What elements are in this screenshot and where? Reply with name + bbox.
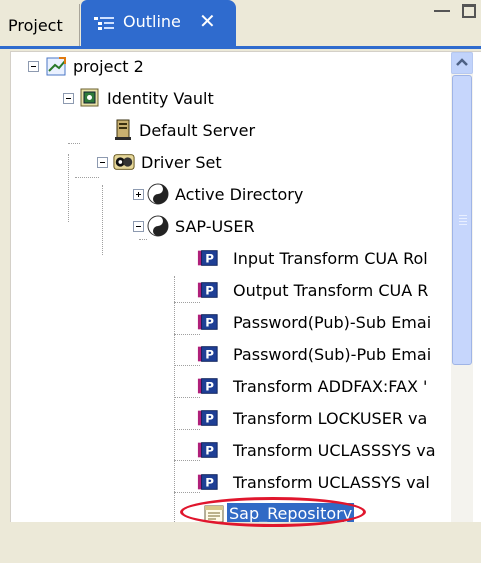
tree-node-label: Transform UCLASSSYS va — [233, 441, 436, 460]
tree-node-label: Transform ADDFAX:FAX ' — [233, 377, 428, 396]
outline-icon — [94, 17, 114, 30]
policy-icon: P — [197, 442, 218, 458]
tree-node-policy[interactable]: P Transform UCLASSYS val — [11, 468, 451, 500]
tree-node-policy[interactable]: P Password(Sub)-Pub Emai — [11, 340, 451, 372]
tree-node-label: Default Server — [139, 121, 256, 140]
tree-node-label: project 2 — [73, 57, 144, 76]
policy-icon: P — [197, 250, 218, 266]
tree-node-active-directory[interactable]: Active Directory — [11, 180, 451, 212]
svg-text:P: P — [205, 444, 214, 458]
maximize-icon[interactable] — [462, 4, 476, 18]
svg-text:P: P — [205, 284, 214, 298]
outline-tree: project 2 Identity Vault Default Server … — [10, 51, 481, 522]
collapse-toggle-icon[interactable] — [28, 61, 39, 72]
identity-vault-icon — [80, 88, 99, 107]
tree-node-label: Transform LOCKUSER va — [233, 409, 428, 428]
tree-node-policy[interactable]: P Transform ADDFAX:FAX ' — [11, 372, 451, 404]
minimize-icon[interactable] — [434, 4, 450, 12]
tree-node-label: Active Directory — [175, 185, 304, 204]
tree-node-default-server[interactable]: Default Server — [11, 116, 451, 148]
tree-node-driver-set[interactable]: Driver Set — [11, 148, 451, 180]
project-icon — [46, 57, 66, 76]
driver-yinyang-icon — [147, 183, 169, 205]
policy-icon: P — [197, 282, 218, 298]
tree-node-label: Driver Set — [141, 153, 222, 172]
policy-icon: P — [197, 410, 218, 426]
tree-node-label: Input Transform CUA Rol — [233, 249, 428, 268]
collapse-toggle-icon[interactable] — [97, 157, 108, 168]
policy-icon: P — [197, 474, 218, 490]
driver-yinyang-icon — [147, 215, 169, 237]
tree-node-label: Password(Pub)-Sub Emai — [233, 313, 432, 332]
scroll-up-button[interactable] — [451, 52, 473, 74]
tree-node-label: Output Transform CUA R — [233, 281, 429, 300]
tab-outline-label: Outline — [123, 12, 181, 31]
policy-icon: P — [197, 346, 218, 362]
tree-node-policy[interactable]: P Output Transform CUA R — [11, 276, 451, 308]
tree-node-policy[interactable]: P Transform LOCKUSER va — [11, 404, 451, 436]
svg-text:P: P — [205, 412, 214, 426]
close-icon[interactable]: ✕ — [199, 9, 216, 33]
collapse-toggle-icon[interactable] — [63, 93, 74, 104]
policy-icon: P — [197, 378, 218, 394]
tree-node-policy[interactable]: P Transform UCLASSSYS va — [11, 436, 451, 468]
server-icon — [115, 119, 131, 140]
tree-node-label: SAP-USER — [175, 217, 255, 236]
chevron-up-icon — [456, 58, 468, 66]
tree-node-policy[interactable]: P Input Transform CUA Rol — [11, 244, 451, 276]
collapse-toggle-icon[interactable] — [133, 221, 144, 232]
tree-node-policy[interactable]: P Password(Pub)-Sub Emai — [11, 308, 451, 340]
svg-text:P: P — [205, 316, 214, 330]
driver-set-icon — [113, 154, 135, 170]
svg-text:P: P — [205, 348, 214, 362]
policy-icon: P — [197, 314, 218, 330]
svg-text:P: P — [205, 476, 214, 490]
svg-text:P: P — [205, 380, 214, 394]
view-tab-bar: Project Outline ✕ — [0, 0, 481, 46]
tab-project[interactable]: Project — [0, 4, 80, 46]
tree-node-sap-user[interactable]: SAP-USER — [11, 212, 451, 244]
tab-outline[interactable]: Outline ✕ — [81, 0, 236, 46]
vertical-scrollbar[interactable] — [451, 52, 473, 522]
svg-text:P: P — [205, 252, 214, 266]
scroll-thumb[interactable] — [452, 75, 472, 365]
tab-project-label: Project — [8, 16, 63, 35]
expand-toggle-icon[interactable] — [133, 189, 144, 200]
tree-node-label: Password(Sub)-Pub Emai — [233, 345, 432, 364]
tree-node-label: Transform UCLASSYS val — [233, 473, 430, 492]
tree-node-identity-vault[interactable]: Identity Vault — [11, 84, 451, 116]
highlight-annotation — [180, 497, 366, 527]
tree-node-label: Identity Vault — [107, 89, 214, 108]
tree-node-project[interactable]: project 2 — [11, 52, 451, 84]
